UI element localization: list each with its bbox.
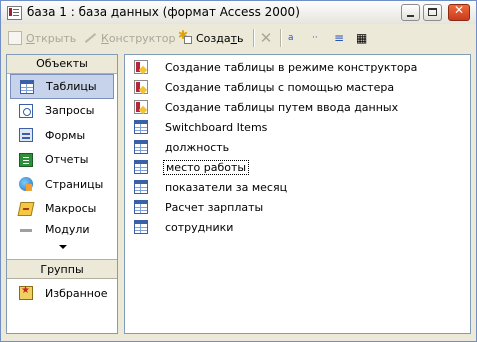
list-item[interactable]: Создание таблицы в режиме конструктора [134, 58, 419, 76]
sidebar-item-label: Макросы [45, 202, 97, 216]
list-item[interactable]: Switchboard Items [134, 118, 269, 136]
list-item-label: Расчет зарплаты [165, 200, 264, 214]
list-view-button[interactable]: ≡ [334, 29, 352, 47]
list-item[interactable]: Расчет зарплаты [134, 198, 265, 216]
maximize-icon [428, 8, 437, 16]
design-icon [83, 31, 97, 45]
report-icon [19, 152, 33, 167]
list-item[interactable]: Создание таблицы путем ввода данных [134, 98, 400, 116]
objects-bar: Объекты Таблицы Запросы Формы Отчеты Стр… [6, 54, 118, 334]
groups-header[interactable]: Группы [7, 259, 117, 279]
design-label-mnemonic: К [101, 31, 109, 45]
small-icons-icon: ·· [312, 33, 318, 43]
close-button[interactable]: ✕ [448, 3, 470, 21]
toolbar-separator [253, 29, 255, 47]
open-label-mnemonic: О [26, 31, 35, 45]
window-title: база 1 : база данных (формат Access 2000… [27, 5, 300, 19]
open-label-rest: ткрыть [34, 31, 77, 45]
sidebar-item-tables[interactable]: Таблицы [10, 74, 114, 99]
design-button[interactable]: Конструктор [83, 29, 175, 47]
macro-icon [17, 201, 35, 216]
sidebar-item-label: Отчеты [45, 153, 89, 167]
details-view-button[interactable]: ▦ [356, 29, 374, 47]
list-item-label: сотрудники [165, 220, 234, 234]
create-label-main: Созда [196, 31, 231, 45]
sidebar-item-label: Формы [45, 128, 86, 142]
favorites-icon [19, 285, 33, 300]
minimize-icon [407, 15, 414, 17]
form-icon [19, 128, 33, 142]
table-icon [134, 140, 148, 154]
table-icon [134, 160, 148, 174]
open-icon [8, 31, 22, 45]
sidebar-item-label: Запросы [45, 104, 95, 118]
list-item-label: Создание таблицы путем ввода данных [165, 100, 399, 114]
wizard-icon [134, 80, 148, 94]
wizard-icon [134, 100, 148, 114]
delete-button[interactable]: ✕ [259, 29, 277, 47]
list-item-label: Switchboard Items [165, 120, 268, 134]
maximize-button[interactable] [423, 4, 442, 21]
large-icons-icon: a [288, 33, 294, 43]
list-item[interactable]: Создание таблицы с помощью мастера [134, 78, 396, 96]
page-icon [19, 177, 33, 191]
sidebar-item-macros[interactable]: Макросы [7, 197, 117, 222]
sidebar-item-queries[interactable]: Запросы [7, 99, 117, 124]
table-icon [134, 220, 148, 234]
sidebar-item-pages[interactable]: Страницы [7, 172, 117, 197]
sidebar-item-label: Страницы [45, 177, 104, 191]
sidebar-item-modules[interactable]: Модули [7, 221, 117, 235]
create-button[interactable]: Создать [178, 28, 244, 47]
open-button[interactable]: Открыть [8, 29, 76, 47]
design-label-rest: онструктор [108, 31, 176, 45]
group-item-favorites[interactable]: Избранное [7, 283, 117, 303]
list-item[interactable]: показатели за месяц [134, 178, 289, 196]
sidebar-item-label: Таблицы [46, 79, 97, 93]
list-item-label: Создание таблицы в режиме конструктора [165, 60, 418, 74]
list-view-icon: ≡ [334, 31, 345, 45]
large-icons-button[interactable]: a [288, 29, 306, 47]
details-view-icon: ▦ [356, 31, 368, 45]
new-object-icon [178, 28, 192, 45]
module-icon [19, 223, 33, 235]
delete-icon: ✕ [259, 29, 273, 47]
table-icon [134, 180, 148, 194]
group-item-label: Избранное [45, 286, 108, 300]
database-window: база 1 : база данных (формат Access 2000… [0, 0, 477, 342]
objects-header[interactable]: Объекты [7, 55, 117, 74]
title-bar[interactable]: база 1 : база данных (формат Access 2000… [1, 1, 476, 24]
toolbar-separator [280, 29, 282, 47]
sidebar-item-label: Модули [45, 223, 90, 235]
create-label-end: ь [237, 31, 244, 45]
minimize-button[interactable] [401, 4, 420, 21]
table-icon [134, 120, 148, 134]
sidebar-item-reports[interactable]: Отчеты [7, 148, 117, 173]
list-item-label: место работы [163, 159, 250, 175]
close-icon: ✕ [453, 3, 465, 17]
list-item-label: должность [165, 140, 230, 154]
object-list: Создание таблицы в режиме конструктора С… [124, 54, 471, 334]
wizard-icon [134, 60, 148, 74]
list-item[interactable]: сотрудники [134, 218, 235, 236]
list-item[interactable]: должность [134, 138, 231, 156]
sidebar-item-forms[interactable]: Формы [7, 123, 117, 148]
small-icons-button[interactable]: ·· [312, 29, 330, 47]
list-item-label: Создание таблицы с помощью мастера [165, 80, 395, 94]
table-icon [134, 200, 148, 214]
database-app-icon [7, 6, 22, 20]
list-item[interactable]: место работы [134, 158, 250, 176]
table-icon [20, 80, 34, 94]
list-item-label: показатели за месяц [165, 180, 288, 194]
query-icon [19, 103, 33, 118]
scroll-down-icon[interactable] [59, 245, 67, 249]
toolbar: Открыть Конструктор Создать ✕ a ·· ≡ ▦ [2, 25, 475, 51]
